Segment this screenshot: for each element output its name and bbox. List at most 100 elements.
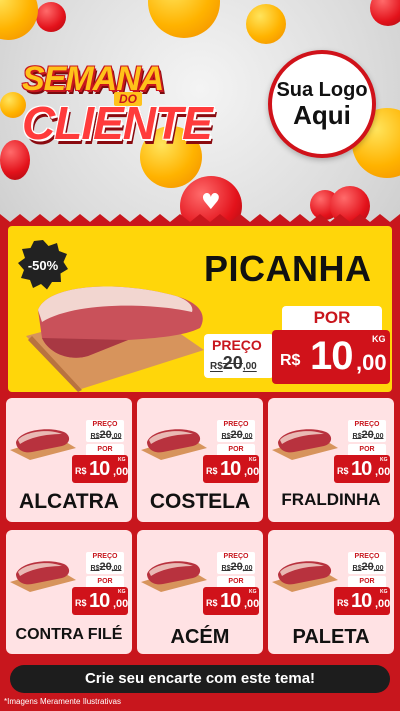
preco-label: PREÇO	[354, 421, 380, 428]
por-label: POR	[217, 576, 255, 587]
meat-image	[10, 561, 76, 592]
preco-label: PREÇO	[92, 421, 118, 428]
old-price: R$20,00	[219, 429, 255, 441]
old-price-cents: ,00	[242, 361, 257, 372]
unit-label: KG	[118, 457, 126, 463]
old-price-int: 20	[230, 429, 243, 441]
new-price-int: 10	[351, 590, 372, 612]
emoji-icon	[0, 0, 38, 40]
new-price-cents: ,00	[244, 598, 260, 610]
preco-label: PREÇO	[212, 337, 262, 353]
new-price-prefix: R$	[206, 466, 218, 476]
por-label: POR	[86, 444, 124, 455]
new-price-int: 10	[351, 458, 372, 480]
new-price-prefix: R$	[75, 598, 87, 608]
logo-line1: Sua Logo	[276, 79, 368, 101]
new-price-box: R$ 10 ,00 KG	[72, 587, 128, 615]
new-price-int: 10	[220, 458, 241, 480]
new-price-prefix: R$	[337, 598, 349, 608]
product-card[interactable]: PREÇO R$20,00 POR R$ 10 ,00 KG PALETA	[268, 530, 394, 654]
title-cliente: CLIENTE	[22, 97, 213, 149]
old-price-prefix: R$	[210, 361, 223, 372]
unit-label: KG	[249, 589, 257, 595]
product-name: ACÉM	[170, 626, 230, 648]
new-price-int: 10	[220, 590, 241, 612]
old-price-box: PREÇO R$20,00	[217, 552, 255, 574]
unit-label: KG	[372, 334, 386, 344]
old-price: R$20,00	[210, 353, 257, 374]
preco-label: PREÇO	[354, 553, 380, 560]
old-price: R$20,00	[88, 429, 124, 441]
product-card[interactable]: PREÇO R$20,00 POR R$ 10 ,00 KG COSTELA	[137, 398, 263, 522]
product-card[interactable]: PREÇO R$20,00 POR R$ 10 ,00 KG CONTRA FI…	[6, 530, 132, 654]
new-price-cents: ,00	[113, 466, 129, 478]
unit-label: KG	[249, 457, 257, 463]
old-price-box: PREÇO R$20,00	[204, 334, 274, 378]
emoji-icon	[246, 4, 286, 44]
old-price-int: 20	[222, 353, 243, 373]
por-label: POR	[348, 576, 386, 587]
product-name: PALETA	[292, 626, 370, 648]
old-price-box: PREÇO R$20,00	[86, 420, 124, 442]
emoji-icon	[148, 0, 220, 38]
product-card[interactable]: PREÇO R$20,00 POR R$ 10 ,00 KG ALCATRA	[6, 398, 132, 522]
old-price: R$20,00	[350, 561, 386, 573]
new-price-box: R$ 10 ,00 KG	[203, 455, 259, 483]
product-card[interactable]: PREÇO R$20,00 POR R$ 10 ,00 KG ACÉM	[137, 530, 263, 654]
new-price-box: R$ 10 ,00 KG	[334, 455, 390, 483]
new-price-prefix: R$	[75, 466, 87, 476]
old-price-box: PREÇO R$20,00	[86, 552, 124, 574]
new-price-cents: ,00	[113, 598, 129, 610]
new-price-prefix: R$	[280, 352, 301, 369]
new-price-int: 10	[310, 334, 353, 378]
featured-product-name: PICANHA	[204, 248, 372, 289]
new-price-box: R$ 10 ,00 KG	[272, 330, 390, 384]
new-price-cents: ,00	[375, 466, 391, 478]
old-price-box: PREÇO R$20,00	[217, 420, 255, 442]
picanha-image	[26, 286, 204, 392]
product-name: FRALDINHA	[281, 490, 381, 509]
new-price-box: R$ 10 ,00 KG	[203, 587, 259, 615]
old-price-cents: ,00	[242, 433, 253, 440]
preco-label: PREÇO	[223, 553, 249, 560]
product-card[interactable]: PREÇO R$20,00 POR R$ 10 ,00 KG FRALDINHA	[268, 398, 394, 522]
meat-image	[10, 429, 76, 460]
old-price-cents: ,00	[373, 433, 384, 440]
por-label: POR	[282, 306, 382, 330]
old-price-int: 20	[99, 429, 112, 441]
title-do: DO	[114, 92, 142, 106]
logo-line2: Aqui	[293, 100, 351, 130]
new-price-box: R$ 10 ,00 KG	[334, 587, 390, 615]
new-price-cents: ,00	[244, 466, 260, 478]
old-price-int: 20	[361, 429, 374, 441]
por-label: POR	[348, 444, 386, 455]
old-price: R$20,00	[350, 429, 386, 441]
new-price-cents: ,00	[356, 350, 387, 375]
unit-label: KG	[380, 457, 388, 463]
new-price-cents: ,00	[375, 598, 391, 610]
old-price-box: PREÇO R$20,00	[348, 552, 386, 574]
new-price-box: R$ 10 ,00 KG	[72, 455, 128, 483]
por-label: POR	[86, 576, 124, 587]
old-price-cents: ,00	[373, 565, 384, 572]
new-price-int: 10	[89, 590, 110, 612]
header-banner: ♥ SEMANA DO CLIENTE Sua Logo Aqui	[0, 0, 400, 222]
zigzag-divider	[0, 214, 400, 224]
meat-image	[141, 429, 207, 460]
preco-label: PREÇO	[92, 553, 118, 560]
new-price-int: 10	[89, 458, 110, 480]
cta-banner[interactable]: Crie seu encarte com este tema!	[10, 665, 390, 693]
product-name: COSTELA	[149, 490, 251, 513]
old-price-cents: ,00	[111, 433, 122, 440]
old-price-cents: ,00	[242, 565, 253, 572]
featured-product-card[interactable]: -50% PICANHA POR PREÇO R$20,00 R$ 10 ,00…	[8, 226, 392, 392]
old-price-box: PREÇO R$20,00	[348, 420, 386, 442]
meat-image	[141, 561, 207, 592]
red-balloon-decoration	[36, 2, 66, 32]
logo-placeholder[interactable]: Sua Logo Aqui	[268, 50, 376, 158]
unit-label: KG	[380, 589, 388, 595]
old-price: R$20,00	[88, 561, 124, 573]
old-price-int: 20	[230, 561, 243, 573]
old-price: R$20,00	[219, 561, 255, 573]
preco-label: PREÇO	[223, 421, 249, 428]
